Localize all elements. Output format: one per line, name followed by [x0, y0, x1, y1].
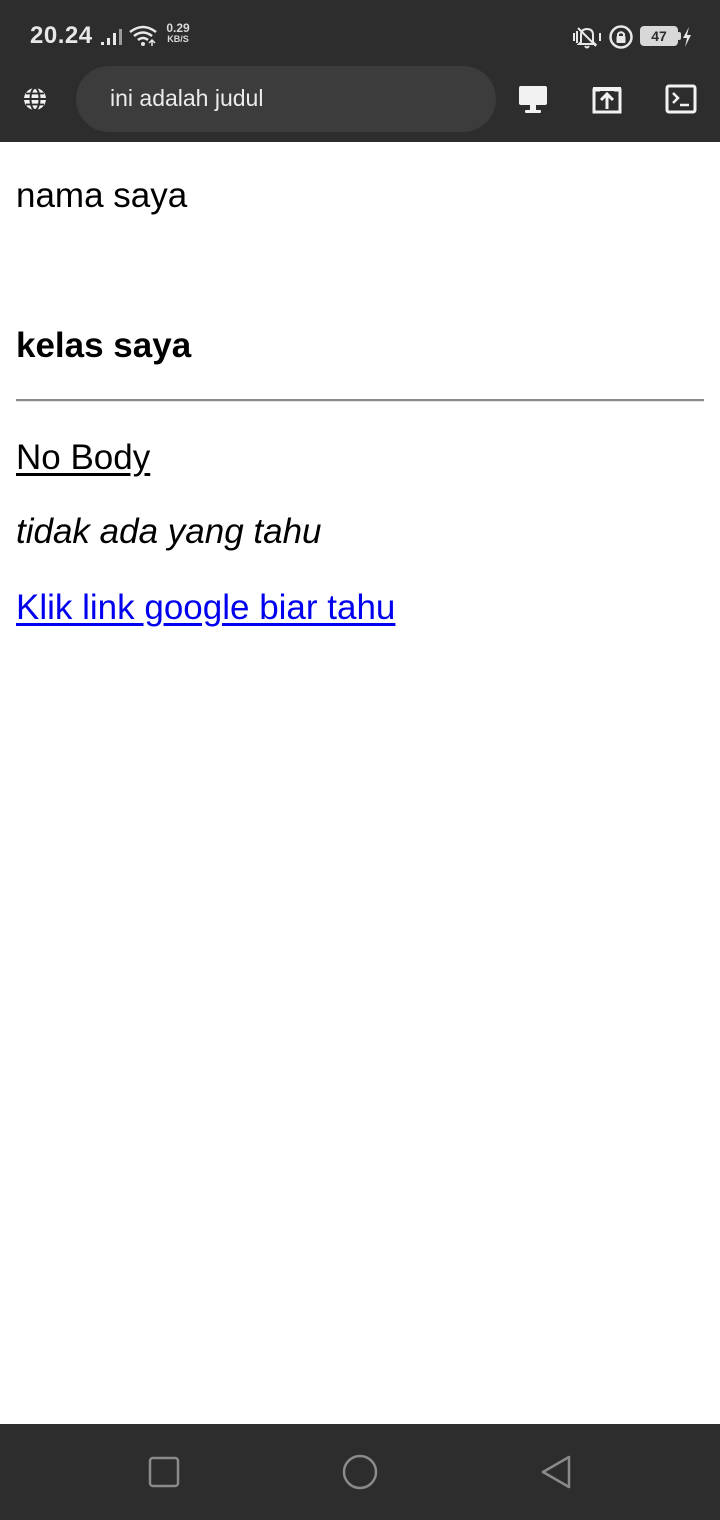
wifi-icon — [129, 25, 157, 46]
status-time: 20.24 — [30, 22, 93, 49]
italic-text: tidak ada yang tahu — [16, 512, 322, 551]
underlined-text: No Body — [16, 438, 151, 477]
back-icon[interactable] — [536, 1452, 576, 1492]
status-bar: 20.24 0.29 KB/S 47 — [0, 0, 720, 66]
network-speed: 0.29 KB/S — [162, 21, 194, 45]
horizontal-divider — [16, 399, 704, 402]
desktop-icon[interactable] — [516, 82, 550, 116]
share-icon[interactable] — [590, 82, 624, 116]
network-speed-value: 0.29 — [166, 21, 190, 35]
console-icon[interactable] — [664, 82, 698, 116]
navigation-bar — [0, 1424, 720, 1520]
globe-icon[interactable] — [20, 84, 50, 114]
browser-toolbar: ini adalah judul — [0, 66, 720, 142]
battery-icon: 47 — [640, 26, 678, 46]
name-paragraph: nama saya — [16, 176, 188, 215]
class-heading: kelas saya — [16, 326, 192, 365]
network-speed-unit: KB/S — [167, 34, 189, 44]
charging-icon — [683, 27, 691, 47]
web-page-content: nama saya kelas saya No Body tidak ada y… — [0, 142, 720, 1424]
top-chrome: 20.24 0.29 KB/S 47 ini adalah judul — [0, 0, 720, 142]
recents-icon[interactable] — [144, 1452, 184, 1492]
home-icon[interactable] — [340, 1452, 380, 1492]
rotation-lock-icon — [609, 25, 633, 49]
signal-icon — [101, 29, 122, 45]
vibrate-icon — [573, 27, 601, 49]
address-bar[interactable]: ini adalah judul — [76, 66, 496, 132]
phone-screen: 20.24 0.29 KB/S 47 ini adalah judul nama… — [0, 0, 720, 1520]
address-bar-text: ini adalah judul — [110, 85, 264, 111]
google-link[interactable]: Klik link google biar tahu — [16, 588, 395, 628]
